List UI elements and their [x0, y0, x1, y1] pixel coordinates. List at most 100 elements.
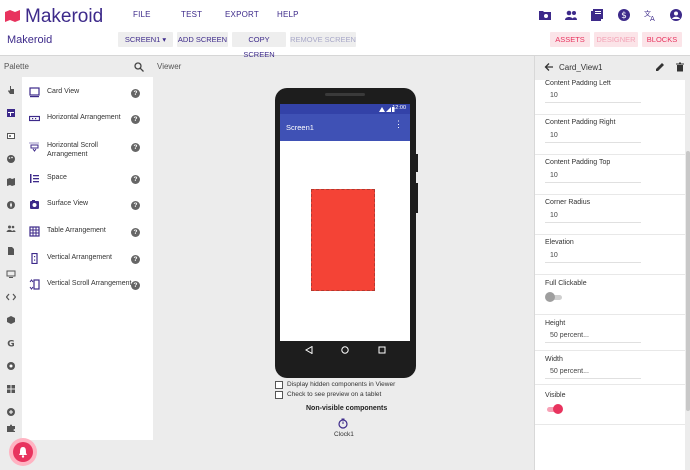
svg-text:A: A	[650, 15, 655, 22]
card-view-component[interactable]	[311, 189, 375, 291]
phone-side-button	[415, 154, 418, 172]
palette-item-card-view[interactable]: Card View ?	[22, 81, 153, 107]
divider	[535, 194, 685, 195]
overflow-menu-icon[interactable]: ⋮	[394, 120, 403, 129]
menu-test[interactable]: TEST	[181, 10, 202, 19]
svg-text:$: $	[621, 11, 627, 21]
floating-action-button[interactable]	[9, 438, 37, 466]
edit-icon[interactable]	[655, 62, 665, 72]
properties-header: Card_View1	[535, 56, 690, 80]
screen-select[interactable]: SCREEN1 ▾	[118, 32, 173, 47]
connectivity-icon[interactable]	[6, 269, 16, 279]
help-icon[interactable]: ?	[131, 281, 140, 290]
maps-icon[interactable]	[6, 177, 16, 187]
remove-screen-button[interactable]: REMOVE SCREEN	[290, 32, 356, 47]
palette-item-table-arrangement[interactable]: Table Arrangement ?	[22, 220, 153, 246]
screen-title: Screen1	[286, 123, 314, 132]
lego-icon[interactable]	[6, 315, 16, 325]
delete-icon[interactable]	[675, 62, 685, 72]
menu-export[interactable]: EXPORT	[225, 10, 259, 19]
menu-help[interactable]: HELP	[277, 10, 299, 19]
social-icon[interactable]	[6, 223, 16, 233]
visible-toggle[interactable]	[545, 404, 563, 414]
prop-label-padding-top: Content Padding Top	[545, 159, 611, 166]
extension-icon[interactable]	[6, 407, 16, 417]
assets-button[interactable]: ASSETS	[550, 32, 590, 47]
prop-input-padding-top[interactable]: 10	[545, 170, 641, 183]
add-screen-button[interactable]: ADD SCREEN	[177, 32, 228, 47]
copy-screen-button[interactable]: COPY SCREEN	[232, 32, 286, 59]
clock-icon[interactable]	[338, 418, 348, 429]
palette-item-vertical-scroll-arrangement[interactable]: Vertical Scroll Arrangement ?	[22, 273, 153, 299]
code-icon[interactable]	[6, 292, 16, 302]
top-bar: Makeroid Makeroid FILE TEST EXPORT HELP …	[0, 0, 690, 59]
palette-item-label: Card View	[47, 88, 80, 95]
help-icon[interactable]: ?	[131, 175, 140, 184]
designer-button[interactable]: DESIGNER	[594, 32, 638, 47]
media-icon[interactable]	[6, 131, 16, 141]
full-clickable-toggle[interactable]	[545, 292, 563, 302]
prop-input-elevation[interactable]: 10	[545, 250, 641, 263]
category-rail: G	[0, 77, 22, 440]
help-icon[interactable]: ?	[131, 228, 140, 237]
prop-input-width[interactable]: 50 percent...	[545, 366, 641, 379]
prop-label-padding-left: Content Padding Left	[545, 80, 611, 87]
tablet-preview-label: Check to see preview on a tablet	[287, 391, 382, 398]
nonvisible-components-title: Non-visible components	[306, 405, 388, 412]
blocks-button[interactable]: BLOCKS	[642, 32, 682, 47]
clock-component-label[interactable]: Clock1	[334, 431, 354, 438]
viewer-title: Viewer	[157, 62, 182, 71]
palette-item-label: Vertical Arrangement	[47, 254, 112, 261]
puzzle-icon[interactable]	[6, 423, 16, 433]
people-icon[interactable]	[564, 8, 578, 22]
show-hidden-checkbox[interactable]	[275, 381, 283, 389]
search-icon[interactable]	[134, 62, 144, 72]
palette-title: Palette	[4, 62, 29, 71]
help-icon[interactable]: ?	[131, 201, 140, 210]
tablet-preview-checkbox[interactable]	[275, 391, 283, 399]
layout-icon[interactable]	[6, 108, 16, 118]
prop-input-padding-left[interactable]: 10	[545, 90, 641, 103]
phone-speaker	[325, 93, 365, 96]
divider	[535, 350, 685, 351]
prop-input-padding-right[interactable]: 10	[545, 130, 641, 143]
project-name: Makeroid	[7, 34, 53, 46]
home-nav-icon[interactable]	[341, 346, 349, 354]
palette-item-label: Horizontal Scroll Arrangement	[47, 142, 98, 158]
sensors-icon[interactable]	[6, 200, 16, 210]
help-icon[interactable]: ?	[131, 115, 140, 124]
prop-input-height[interactable]: 50 percent...	[545, 330, 641, 343]
divider	[535, 154, 685, 155]
toggle-knob	[553, 404, 563, 414]
properties-scrollbar[interactable]	[686, 151, 690, 411]
palette-item-horizontal-arrangement[interactable]: Horizontal Arrangement ?	[22, 107, 153, 133]
help-icon[interactable]: ?	[131, 143, 140, 152]
palette-item-space[interactable]: Space ?	[22, 167, 153, 193]
recents-nav-icon[interactable]	[378, 346, 386, 354]
back-nav-icon[interactable]	[305, 346, 313, 354]
palette-item-surface-view[interactable]: Surface View ?	[22, 193, 153, 219]
google-icon[interactable]: G	[6, 338, 16, 349]
user-interface-icon[interactable]	[6, 85, 16, 95]
storage-icon[interactable]	[6, 246, 16, 256]
app-bar: Screen1 ⋮	[280, 114, 410, 141]
help-icon[interactable]: ?	[131, 89, 140, 98]
account-icon[interactable]	[669, 8, 683, 22]
divider	[535, 274, 685, 275]
library-books-icon[interactable]	[590, 8, 604, 22]
menu-file[interactable]: FILE	[133, 10, 151, 19]
translate-icon[interactable]: 文A	[643, 8, 657, 22]
dynamic-icon[interactable]	[6, 361, 16, 371]
drawing-icon[interactable]	[6, 154, 16, 164]
folder-star-icon[interactable]	[538, 8, 552, 22]
app-logo-text[interactable]: Makeroid	[25, 6, 103, 28]
widgets-icon[interactable]	[6, 384, 16, 394]
horizontal-scroll-icon	[29, 142, 40, 152]
palette-item-vertical-arrangement[interactable]: Vertical Arrangement ?	[22, 247, 153, 273]
dollar-icon[interactable]: $	[617, 8, 631, 22]
phone-screen: 12:00 Screen1 ⋮	[280, 104, 410, 359]
prop-input-corner-radius[interactable]: 10	[545, 210, 641, 223]
arrow-back-icon[interactable]	[544, 62, 554, 72]
help-icon[interactable]: ?	[131, 255, 140, 264]
palette-item-horizontal-scroll-arrangement[interactable]: Horizontal Scroll Arrangement ?	[22, 135, 153, 161]
